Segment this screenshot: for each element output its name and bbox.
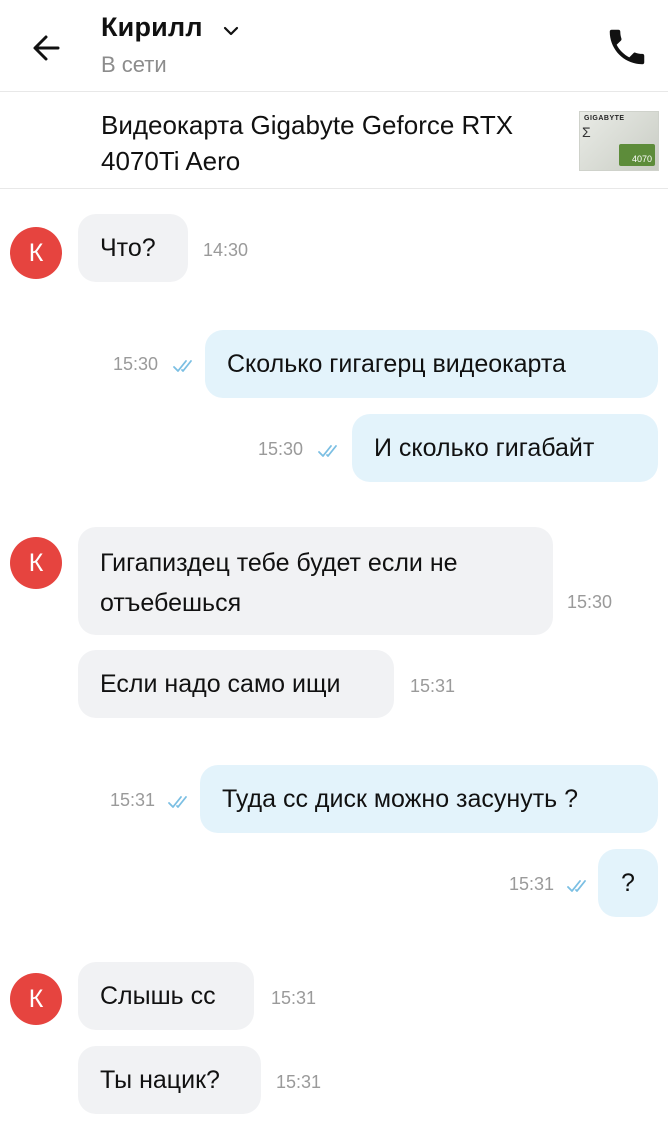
message-time: 15:31 xyxy=(271,988,317,1008)
avatar[interactable]: К xyxy=(10,973,62,1025)
message-time: 14:30 xyxy=(203,240,249,260)
chevron-down-icon[interactable] xyxy=(222,22,240,40)
read-checkmarks-icon xyxy=(566,878,592,894)
message-time: 15:30 xyxy=(258,439,304,459)
thumb-logo-icon: Σ xyxy=(582,124,591,140)
phone-icon[interactable] xyxy=(604,24,650,70)
read-checkmarks-icon xyxy=(317,443,343,459)
message-text-line: Гигапиздец тебе будет если не xyxy=(100,549,458,577)
message-text: Что? xyxy=(100,234,156,262)
outgoing-message[interactable]: Туда сс диск можно засунуть ? xyxy=(200,765,658,833)
online-status: В сети xyxy=(101,52,167,77)
avatar[interactable]: К xyxy=(10,227,62,279)
message-time: 15:31 xyxy=(110,790,156,810)
message-time: 15:30 xyxy=(567,592,613,612)
message-text: Если надо само ищи xyxy=(100,670,341,698)
chat-header: Кирилл В сети xyxy=(0,0,668,92)
product-title[interactable]: Видеокарта Gigabyte Geforce RTX 4070Ti A… xyxy=(101,107,531,179)
thumb-box-graphic: 4070 xyxy=(619,144,655,166)
message-text: ? xyxy=(621,869,635,897)
read-checkmarks-icon xyxy=(167,794,193,810)
message-text: Слышь сс xyxy=(100,982,216,1010)
product-card[interactable]: Видеокарта Gigabyte Geforce RTX 4070Ti A… xyxy=(0,93,668,189)
thumb-brand-text: GIGABYTE xyxy=(584,115,625,122)
back-arrow-icon[interactable] xyxy=(28,28,68,68)
outgoing-message[interactable]: ? xyxy=(598,849,658,917)
incoming-message[interactable]: Если надо само ищи xyxy=(78,650,394,718)
incoming-message[interactable]: Слышь сс xyxy=(78,962,254,1030)
contact-name[interactable]: Кирилл xyxy=(101,12,203,43)
incoming-message[interactable]: Гигапиздец тебе будет если не отъебешься xyxy=(78,527,553,635)
outgoing-message[interactable]: Сколько гигагерц видеокарта xyxy=(205,330,658,398)
product-thumbnail[interactable]: GIGABYTE Σ 4070 xyxy=(579,111,659,171)
incoming-message[interactable]: Что? xyxy=(78,214,188,282)
read-checkmarks-icon xyxy=(172,358,198,374)
message-text: И сколько гигабайт xyxy=(374,434,595,462)
message-text-line: отъебешься xyxy=(100,589,242,617)
message-text: Ты нацик? xyxy=(100,1066,220,1094)
avatar[interactable]: К xyxy=(10,537,62,589)
incoming-message[interactable]: Ты нацик? xyxy=(78,1046,261,1114)
message-time: 15:31 xyxy=(410,676,456,696)
message-time: 15:31 xyxy=(509,874,555,894)
message-text: Сколько гигагерц видеокарта xyxy=(227,350,566,378)
outgoing-message[interactable]: И сколько гигабайт xyxy=(352,414,658,482)
message-text: Туда сс диск можно засунуть ? xyxy=(222,785,579,813)
thumb-model-text: 4070 xyxy=(631,154,652,164)
message-time: 15:30 xyxy=(113,354,159,374)
message-time: 15:31 xyxy=(276,1072,322,1092)
